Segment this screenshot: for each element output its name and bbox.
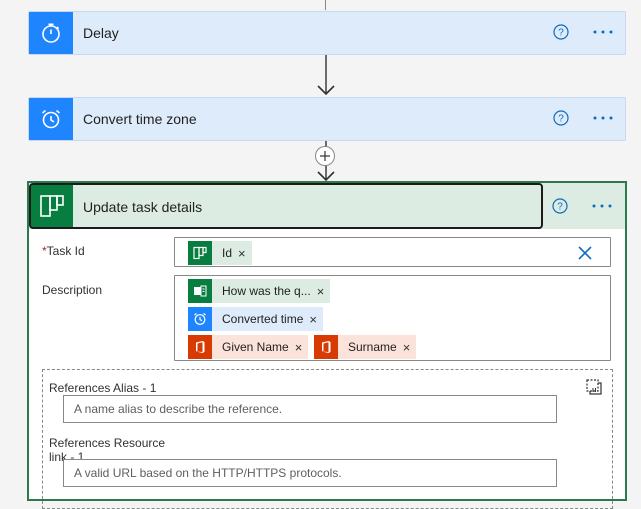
more-options-icon[interactable] [591, 22, 615, 42]
svg-text:?: ? [558, 28, 564, 39]
planner-icon [188, 241, 212, 265]
forms-question-token[interactable]: How was the q... × [188, 279, 331, 303]
references-resource-input[interactable] [63, 459, 557, 487]
step-title: Delay [83, 25, 119, 41]
switch-to-array-icon[interactable] [585, 378, 603, 396]
action-header[interactable]: Update task details ? [29, 183, 625, 229]
given-name-token[interactable]: Given Name × [188, 335, 309, 359]
help-icon[interactable]: ? [552, 198, 568, 214]
token-label: How was the q... [222, 284, 311, 298]
token-label: Id [222, 246, 233, 260]
help-icon[interactable]: ? [553, 110, 569, 126]
insert-step-button[interactable] [315, 146, 335, 166]
description-label: Description [42, 283, 103, 297]
office-icon [188, 335, 212, 359]
task-id-field[interactable]: Id × [174, 237, 611, 267]
help-icon[interactable]: ? [553, 24, 569, 40]
references-alias-input[interactable] [63, 395, 557, 423]
connector-line [325, 0, 326, 10]
delay-step-card[interactable]: Delay ? [28, 11, 626, 55]
converted-time-token[interactable]: Converted time × [188, 307, 323, 331]
task-id-label: *Task Id [42, 244, 85, 258]
surname-token[interactable]: Surname × [314, 335, 417, 359]
svg-text:?: ? [557, 202, 563, 213]
timer-icon [29, 12, 73, 54]
clear-field-icon[interactable] [578, 246, 592, 260]
references-alias-label: References Alias - 1 [49, 381, 157, 395]
remove-token-icon[interactable]: × [317, 284, 331, 299]
token-label: Surname [348, 340, 397, 354]
update-task-details-card: Update task details ? *Task Id Id × Desc… [27, 181, 627, 509]
description-field[interactable]: How was the q... × Converted time × Give… [174, 275, 611, 361]
focus-outline [29, 183, 543, 229]
remove-token-icon[interactable]: × [403, 340, 417, 355]
office-icon [314, 335, 338, 359]
svg-text:?: ? [558, 114, 564, 125]
remove-token-icon[interactable]: × [309, 312, 323, 327]
references-array-group: References Alias - 1 References Resource… [42, 369, 613, 509]
alarm-clock-icon [188, 307, 212, 331]
remove-token-icon[interactable]: × [295, 340, 309, 355]
more-options-icon[interactable] [590, 196, 614, 216]
token-label: Given Name [222, 340, 289, 354]
convert-time-zone-step-card[interactable]: Convert time zone ? [28, 97, 626, 141]
flow-arrow [317, 55, 335, 96]
forms-icon [188, 279, 212, 303]
step-title: Convert time zone [83, 111, 197, 127]
alarm-clock-icon [29, 98, 73, 140]
remove-token-icon[interactable]: × [238, 246, 252, 261]
more-options-icon[interactable] [591, 108, 615, 128]
id-token[interactable]: Id × [188, 241, 252, 265]
token-label: Converted time [222, 312, 304, 326]
